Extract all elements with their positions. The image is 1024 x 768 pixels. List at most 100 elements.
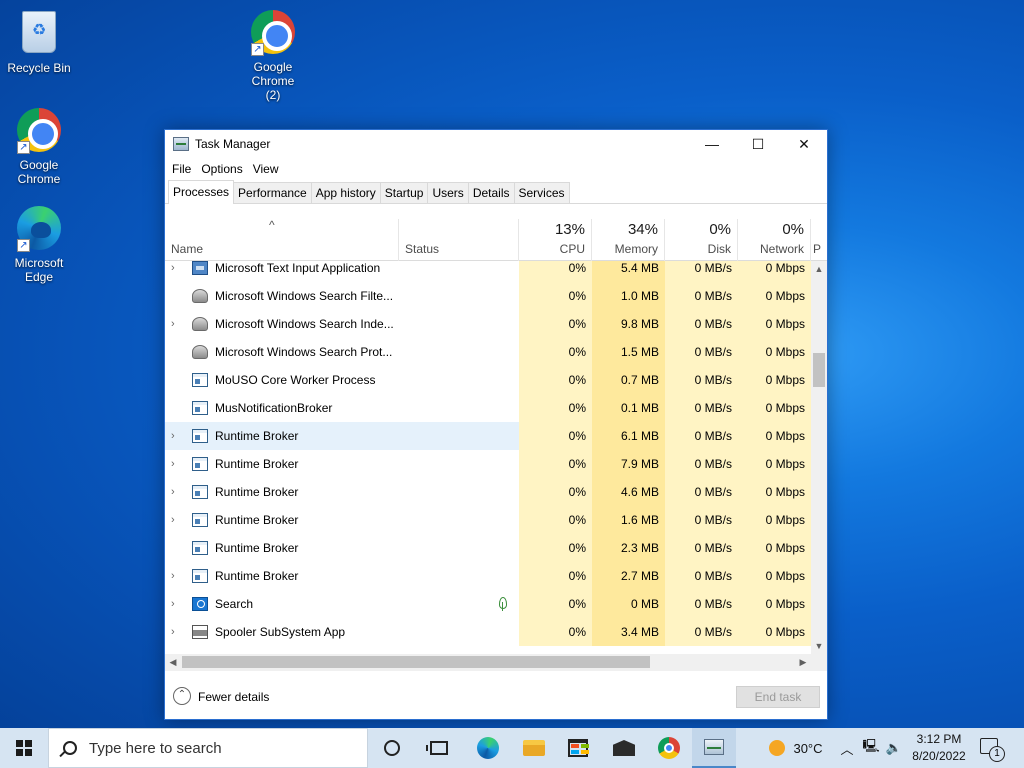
chevron-up-icon[interactable]: ︿ bbox=[838, 728, 856, 768]
chevron-right-icon[interactable]: › bbox=[171, 422, 183, 450]
chevron-up-circle-icon[interactable]: ⌃ bbox=[173, 687, 191, 705]
chevron-right-icon[interactable]: › bbox=[171, 618, 183, 646]
tab-services[interactable]: Services bbox=[513, 182, 570, 203]
disk-total-pct: 0% bbox=[709, 221, 731, 238]
table-row[interactable]: › Runtime Broker 0% 7.9 MB 0 MB/s 0 Mbps bbox=[165, 450, 811, 478]
user-service-icon bbox=[192, 289, 208, 303]
clock[interactable]: 3:12 PM 8/20/2022 bbox=[906, 731, 972, 765]
table-row[interactable]: › Runtime Broker 0% 2.7 MB 0 MB/s 0 Mbps bbox=[165, 562, 811, 590]
desktop-icon-edge[interactable]: ↗ Microsoft Edge bbox=[1, 204, 77, 284]
process-name: Runtime Broker bbox=[215, 485, 299, 499]
menu-options[interactable]: Options bbox=[196, 162, 247, 176]
process-network: 0 Mbps bbox=[738, 562, 811, 590]
column-memory[interactable]: 34% Memory bbox=[592, 219, 665, 261]
end-task-button[interactable]: End task bbox=[736, 686, 820, 708]
weather-widget[interactable]: 30°C bbox=[756, 728, 836, 768]
title-bar[interactable]: Task Manager — ☐ ✕ bbox=[165, 130, 827, 158]
table-row[interactable]: › Runtime Broker 0% 4.6 MB 0 MB/s 0 Mbps bbox=[165, 478, 811, 506]
chevron-right-icon[interactable] bbox=[171, 338, 183, 366]
volume-icon[interactable]: 🔈 bbox=[884, 728, 904, 768]
table-row[interactable]: › Microsoft Text Input Application 0% 5.4 M… bbox=[165, 261, 811, 282]
table-row[interactable]: MusNotificationBroker 0% 0.1 MB 0 MB/s 0 Mbp… bbox=[165, 394, 811, 422]
maximize-button[interactable]: ☐ bbox=[735, 130, 781, 158]
chevron-right-icon[interactable] bbox=[171, 394, 183, 422]
table-row[interactable]: › Runtime Broker 0% 1.6 MB 0 MB/s 0 Mbps bbox=[165, 506, 811, 534]
table-row[interactable]: MoUSO Core Worker Process 0% 0.7 MB 0 MB/s 0… bbox=[165, 366, 811, 394]
table-row[interactable]: › Runtime Broker 0% 6.1 MB 0 MB/s 0 Mbps bbox=[165, 422, 811, 450]
column-disk[interactable]: 0% Disk bbox=[665, 219, 738, 261]
scroll-up-icon[interactable]: ▲ bbox=[811, 261, 827, 277]
column-name[interactable]: ^ Name bbox=[165, 218, 399, 261]
desktop-icon-chrome[interactable]: ↗ Google Chrome bbox=[1, 106, 77, 186]
vertical-scroll-thumb[interactable] bbox=[813, 353, 825, 387]
scroll-down-icon[interactable]: ▼ bbox=[811, 638, 827, 654]
chevron-right-icon[interactable] bbox=[171, 534, 183, 562]
process-network: 0 Mbps bbox=[738, 338, 811, 366]
tab-processes[interactable]: Processes bbox=[168, 180, 235, 204]
tab-app-history[interactable]: App history bbox=[310, 182, 381, 203]
start-button[interactable] bbox=[0, 728, 48, 768]
process-memory: 2.3 MB bbox=[592, 534, 665, 562]
scroll-left-icon[interactable]: ◀ bbox=[165, 654, 181, 670]
table-row[interactable]: Microsoft Windows Search Prot... 0% 1.5 MB… bbox=[165, 338, 811, 366]
process-name: Runtime Broker bbox=[215, 457, 299, 471]
column-memory-label: Memory bbox=[614, 242, 658, 256]
menu-file[interactable]: File bbox=[167, 162, 196, 176]
table-row[interactable]: › Microsoft Windows Search Inde... 0% 9.8 M… bbox=[165, 310, 811, 338]
cortana-button[interactable] bbox=[370, 728, 414, 768]
tab-users[interactable]: Users bbox=[427, 182, 469, 203]
chevron-right-icon[interactable]: › bbox=[171, 261, 183, 282]
taskbar-edge[interactable] bbox=[466, 728, 510, 768]
chevron-right-icon[interactable] bbox=[171, 366, 183, 394]
column-network[interactable]: 0% Network bbox=[738, 219, 811, 261]
chevron-right-icon[interactable]: › bbox=[171, 506, 183, 534]
chevron-right-icon[interactable]: › bbox=[171, 478, 183, 506]
column-status[interactable]: Status bbox=[399, 219, 519, 261]
horizontal-scroll-thumb[interactable] bbox=[182, 656, 650, 668]
taskbar-task-manager[interactable] bbox=[692, 728, 736, 768]
table-row[interactable]: › Search 0% 0 MB 0 MB/s 0 Mbps bbox=[165, 590, 811, 618]
taskbar-store[interactable] bbox=[556, 728, 600, 768]
taskbar-search-box[interactable]: Type here to search bbox=[48, 728, 368, 768]
chevron-right-icon[interactable]: › bbox=[171, 590, 183, 618]
desktop-icon-chrome-2[interactable]: ↗ Google Chrome (2) bbox=[235, 8, 311, 102]
minimize-button[interactable]: — bbox=[689, 130, 735, 158]
close-button[interactable]: ✕ bbox=[781, 130, 827, 158]
table-row[interactable]: › Spooler SubSystem App 0% 3.4 MB 0 MB/s 0 Mb… bbox=[165, 618, 811, 646]
fewer-details-link[interactable]: Fewer details bbox=[198, 690, 269, 704]
vertical-scrollbar[interactable]: ▲ ▼ bbox=[811, 261, 827, 654]
network-icon[interactable]: 🖳 bbox=[860, 728, 882, 768]
user-service-icon bbox=[192, 345, 208, 359]
search-app-icon bbox=[192, 597, 208, 611]
tab-performance[interactable]: Performance bbox=[233, 182, 312, 203]
taskbar-file-explorer[interactable] bbox=[512, 728, 556, 768]
chevron-right-icon[interactable]: › bbox=[171, 562, 183, 590]
process-disk: 0 MB/s bbox=[665, 534, 738, 562]
desktop-icon-recycle-bin[interactable]: Recycle Bin bbox=[1, 8, 77, 75]
taskbar-mail[interactable] bbox=[602, 728, 646, 768]
desktop-icon-label: Microsoft Edge bbox=[14, 256, 64, 284]
column-cpu[interactable]: 13% CPU bbox=[519, 219, 592, 261]
tab-details[interactable]: Details bbox=[467, 182, 515, 203]
network-total-pct: 0% bbox=[782, 221, 804, 238]
taskbar-chrome[interactable] bbox=[647, 728, 691, 768]
task-view-button[interactable] bbox=[417, 728, 461, 768]
chevron-right-icon[interactable]: › bbox=[171, 310, 183, 338]
table-row[interactable]: Microsoft Windows Search Filte... 0% 1.0 M… bbox=[165, 282, 811, 310]
process-memory: 9.8 MB bbox=[592, 310, 665, 338]
scroll-right-icon[interactable]: ▶ bbox=[795, 654, 811, 670]
app-window-icon bbox=[192, 569, 208, 583]
horizontal-scrollbar[interactable]: ◀ ▶ bbox=[165, 654, 811, 670]
chevron-right-icon[interactable] bbox=[171, 282, 183, 310]
process-disk: 0 MB/s bbox=[665, 338, 738, 366]
process-network: 0 Mbps bbox=[738, 261, 811, 282]
process-cpu: 0% bbox=[519, 338, 592, 366]
tab-startup[interactable]: Startup bbox=[379, 182, 429, 203]
menu-view[interactable]: View bbox=[248, 162, 284, 176]
column-power-label: P bbox=[813, 242, 822, 256]
column-power[interactable]: P bbox=[811, 219, 827, 261]
process-status bbox=[399, 394, 519, 422]
table-row[interactable]: Runtime Broker 0% 2.3 MB 0 MB/s 0 Mbps bbox=[165, 534, 811, 562]
process-memory: 0.1 MB bbox=[592, 394, 665, 422]
chevron-right-icon[interactable]: › bbox=[171, 450, 183, 478]
